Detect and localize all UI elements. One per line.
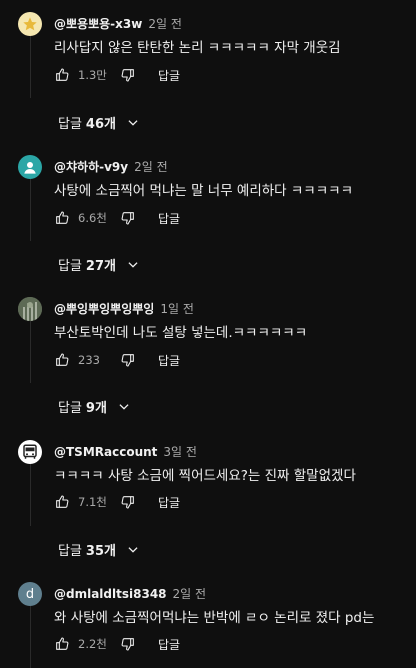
chevron-down-icon	[128, 546, 138, 553]
author-line: @TSMRaccount 3일 전	[54, 443, 197, 460]
avatar-letter: d	[25, 586, 35, 602]
dislike-icon[interactable]	[120, 352, 136, 368]
author-name[interactable]: @TSMRaccount	[54, 445, 157, 459]
star-icon	[23, 17, 37, 31]
like-count: 233	[78, 353, 100, 367]
replies-prefix: 답글	[58, 401, 82, 416]
dislike-icon[interactable]	[120, 67, 136, 83]
author-line: @챠하하-v9y 2일 전	[54, 158, 168, 175]
chevron-down-icon	[119, 403, 129, 410]
author-name[interactable]: @뽀용뽀용-x3w	[54, 17, 142, 31]
reply-button[interactable]: 답글	[158, 352, 180, 369]
comment-time[interactable]: 2일 전	[173, 587, 207, 601]
bus-icon	[23, 444, 37, 459]
comment-time[interactable]: 3일 전	[163, 445, 197, 459]
dislike-icon[interactable]	[120, 210, 136, 226]
reply-button[interactable]: 답글	[158, 636, 180, 653]
comment-time[interactable]: 1일 전	[160, 302, 194, 316]
comment-text: 부산토박인데 나도 설탕 넣는데.ㅋㅋㅋㅋㅋㅋ	[54, 325, 308, 341]
comment-actions: 7.1천 답글	[54, 490, 180, 514]
avatar[interactable]: d	[18, 582, 42, 606]
avatar[interactable]	[18, 155, 42, 179]
author-line: @뽀용뽀용-x3w 2일 전	[54, 15, 182, 32]
replies-prefix: 답글	[58, 117, 82, 132]
replies-prefix: 답글	[58, 259, 82, 274]
replies-toggle[interactable]: 답글 27개	[58, 255, 140, 274]
like-icon[interactable]	[54, 636, 70, 652]
replies-toggle[interactable]: 답글 46개	[58, 113, 140, 132]
like-count: 7.1천	[78, 495, 107, 509]
replies-count: 27개	[85, 259, 116, 274]
author-name[interactable]: @뿌잉뿌잉뿌잉뿌잉	[54, 302, 154, 316]
replies-prefix: 답글	[58, 544, 82, 559]
person-icon	[24, 162, 36, 174]
like-count: 1.3만	[78, 68, 107, 82]
comment-text: 리사답지 않은 탄탄한 논리 ㅋㅋㅋㅋㅋ 자막 개웃김	[54, 40, 341, 56]
chevron-down-icon	[128, 119, 138, 126]
like-icon[interactable]	[54, 494, 70, 510]
comment-text: 와 사탕에 소금찍어먹냐는 반박에 ㄹㅇ 논리로 졌다 pd는	[54, 610, 375, 626]
author-line: @뿌잉뿌잉뿌잉뿌잉 1일 전	[54, 300, 194, 317]
thread-line	[30, 464, 31, 526]
replies-toggle[interactable]: 답글 9개	[58, 397, 131, 416]
avatar[interactable]	[18, 12, 42, 36]
comment-actions: 6.6천 답글	[54, 206, 180, 230]
author-name[interactable]: @dmlaldltsi8348	[54, 587, 167, 601]
author-name[interactable]: @챠하하-v9y	[54, 160, 128, 174]
dislike-icon[interactable]	[120, 494, 136, 510]
comment-actions: 1.3만 답글	[54, 63, 180, 87]
replies-count: 9개	[85, 401, 107, 416]
thread-line	[30, 36, 31, 98]
replies-toggle[interactable]: 답글 35개	[58, 540, 140, 559]
like-icon[interactable]	[54, 67, 70, 83]
like-icon[interactable]	[54, 352, 70, 368]
comment-time[interactable]: 2일 전	[134, 160, 168, 174]
like-count: 6.6천	[78, 211, 107, 225]
author-line: @dmlaldltsi8348 2일 전	[54, 585, 206, 602]
dislike-icon[interactable]	[120, 636, 136, 652]
avatar[interactable]	[18, 440, 42, 464]
reply-button[interactable]: 답글	[158, 494, 180, 511]
thread-line	[30, 321, 31, 383]
comment-text: 사탕에 소금찍어 먹냐는 말 너무 예리하다 ㅋㅋㅋㅋㅋ	[54, 183, 353, 199]
thread-line	[30, 606, 31, 668]
replies-count: 35개	[85, 544, 116, 559]
comment-actions: 2.2천 답글	[54, 632, 180, 656]
comment-text: ㅋㅋㅋㅋ 사탕 소금에 찍어드세요?는 진짜 할말없겠다	[54, 468, 356, 484]
comment-actions: 233 답글	[54, 348, 180, 372]
avatar[interactable]	[18, 297, 42, 321]
reply-button[interactable]: 답글	[158, 210, 180, 227]
like-icon[interactable]	[54, 210, 70, 226]
thread-line	[30, 179, 31, 241]
reply-button[interactable]: 답글	[158, 67, 180, 84]
comment-time[interactable]: 2일 전	[148, 17, 182, 31]
like-count: 2.2천	[78, 637, 107, 651]
replies-count: 46개	[85, 117, 116, 132]
photo-avatar-icon	[18, 297, 42, 321]
chevron-down-icon	[128, 261, 138, 268]
